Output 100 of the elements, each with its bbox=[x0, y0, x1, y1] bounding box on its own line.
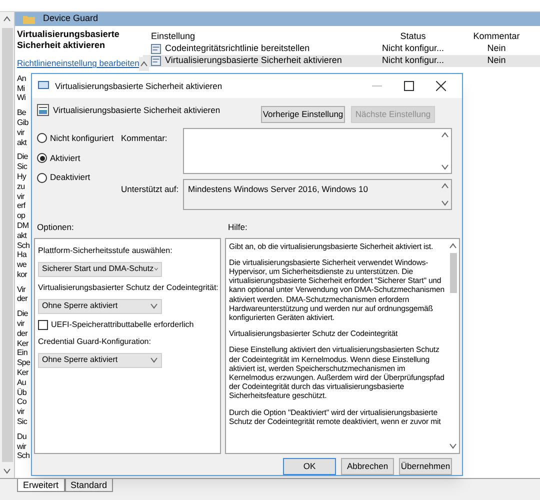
comment-label: Kommentar: bbox=[121, 132, 168, 145]
column-header[interactable]: Einstellung bbox=[143, 30, 373, 44]
description-text: Ker bbox=[17, 338, 28, 348]
dropdown[interactable]: Ohne Sperre aktiviert bbox=[38, 298, 162, 314]
description-text: Sic bbox=[17, 417, 27, 427]
policy-icon bbox=[151, 44, 161, 54]
description-text: erf bbox=[17, 201, 26, 212]
description-text: vir bbox=[17, 407, 24, 418]
description-text: der bbox=[17, 328, 28, 339]
supported-label: Unterstützt auf: bbox=[121, 182, 180, 196]
status-cell-text: Nicht konfigur... bbox=[380, 42, 446, 56]
dropdown[interactable]: Ohne Sperre aktiviert bbox=[38, 352, 162, 368]
policy-icon bbox=[151, 56, 161, 66]
window-icon bbox=[38, 80, 50, 92]
description-text: akt bbox=[17, 138, 26, 148]
scrollbar-thumb[interactable] bbox=[2, 28, 12, 462]
option-label: Credential Guard-Konfiguration: bbox=[38, 336, 151, 348]
policy-heading: Virtualisierungsbasierte Sicherheit aktivieren bbox=[53, 104, 222, 117]
scroll-down-icon[interactable] bbox=[441, 200, 449, 206]
scroll-down-icon[interactable] bbox=[441, 164, 449, 170]
description-text: An bbox=[17, 74, 26, 84]
description-text: Du bbox=[17, 432, 26, 442]
description-text: wir bbox=[17, 442, 26, 452]
description-text: DM bbox=[17, 220, 29, 231]
radio-button[interactable] bbox=[37, 172, 47, 183]
scroll-up-icon[interactable] bbox=[3, 16, 11, 22]
description-text: Spe bbox=[17, 358, 30, 368]
scroll-down-icon[interactable] bbox=[449, 443, 457, 449]
description-text: Wi bbox=[17, 93, 26, 104]
setting-name: Virtualisierungsbasierte Sicherheit aktivieren bbox=[165, 54, 342, 68]
description-text: Die bbox=[17, 152, 28, 162]
description-text: Sic bbox=[17, 162, 27, 172]
description-text: vir bbox=[17, 128, 24, 138]
description-text: vir bbox=[17, 319, 24, 329]
description-text: vir bbox=[17, 192, 24, 202]
view-tab[interactable]: Erweitert bbox=[17, 479, 65, 492]
column-header[interactable]: Status bbox=[373, 30, 453, 44]
description-text: Gib bbox=[17, 118, 28, 128]
scroll-down-icon[interactable] bbox=[3, 468, 11, 474]
description-text: Sch bbox=[17, 240, 30, 250]
help-label: Hilfe: bbox=[228, 220, 248, 234]
dropdown-caret-icon[interactable] bbox=[150, 303, 158, 310]
scroll-up-icon[interactable] bbox=[441, 182, 449, 189]
comment-field[interactable] bbox=[183, 128, 452, 174]
table-row[interactable]: Codeintegritätsrichtlinie bereitstellen Nicht konfigur... Nein bbox=[143, 43, 540, 55]
edit-policy-link[interactable]: Richtlinieneinstellung bearbeiten bbox=[17, 57, 140, 70]
setting-name: Codeintegritätsrichtlinie bereitstellen bbox=[165, 42, 310, 56]
collapse-icon[interactable] bbox=[140, 61, 148, 67]
options-label: Optionen: bbox=[37, 220, 75, 234]
collapse-button[interactable] bbox=[139, 57, 149, 71]
dialog-button[interactable]: OK bbox=[283, 458, 336, 475]
dropdown-caret-icon[interactable] bbox=[154, 266, 158, 272]
description-text: Ker bbox=[17, 368, 28, 378]
status-cell-text: Nicht konfigur... bbox=[380, 54, 446, 68]
checkbox-label: UEFI-Speicherattributtabelle erforderlich bbox=[51, 318, 194, 331]
scrollbar[interactable] bbox=[0, 12, 15, 478]
dropdown-caret-icon[interactable] bbox=[150, 357, 158, 364]
description-text: Die bbox=[17, 309, 28, 320]
scroll-up-icon[interactable] bbox=[449, 242, 457, 249]
radio-label: Deaktiviert bbox=[50, 171, 90, 184]
description-text: Mi bbox=[17, 84, 25, 94]
folder-icon bbox=[23, 14, 35, 24]
dialog-button[interactable]: Übernehmen bbox=[399, 458, 452, 475]
radio-label: Aktiviert bbox=[50, 152, 80, 164]
dropdown[interactable]: Sicherer Start und DMA-Schutz bbox=[38, 262, 162, 277]
nav-button[interactable]: Vorherige Einstellung bbox=[261, 106, 345, 123]
description-text: akt bbox=[17, 230, 26, 240]
comment-cell-text: Nein bbox=[486, 42, 507, 56]
description-text: we bbox=[17, 260, 26, 270]
description-text: Üb bbox=[17, 388, 26, 398]
policy-icon bbox=[37, 104, 49, 116]
dialog-button[interactable]: Abbrechen bbox=[341, 458, 394, 475]
description-text: kor bbox=[17, 270, 27, 280]
option-label: Virtualisierungsbasierter Schutz der Codeintegrität: bbox=[38, 282, 218, 294]
description-text: Ha bbox=[17, 250, 26, 260]
scroll-up-icon[interactable] bbox=[441, 132, 449, 138]
radio-button[interactable] bbox=[37, 153, 47, 163]
description-text: zu bbox=[17, 182, 25, 192]
description-text: der bbox=[17, 294, 28, 304]
panel-title: Device Guard bbox=[43, 12, 98, 26]
maximize-icon[interactable] bbox=[404, 80, 414, 91]
comment-cell-text: Nein bbox=[486, 54, 507, 68]
description-text: op bbox=[17, 211, 26, 221]
description-text: Vir bbox=[17, 284, 26, 294]
policy-title: Virtualisierungsbasierte Sicherheit aktivieren bbox=[17, 29, 120, 51]
radio-button[interactable] bbox=[37, 133, 47, 144]
description-text: Ein bbox=[17, 348, 28, 358]
description-text: Co bbox=[17, 397, 26, 408]
radio-label: Nicht konfiguriert bbox=[50, 132, 114, 145]
window-title: Virtualisierungsbasierte Sicherheit aktivieren bbox=[55, 80, 224, 92]
checkbox[interactable] bbox=[38, 320, 48, 330]
table-row[interactable]: Virtualisierungsbasierte Sicherheit aktivieren Nicht konfigur... Nein bbox=[143, 55, 540, 67]
scrollbar-thumb[interactable] bbox=[450, 252, 456, 293]
description-text: Sch bbox=[17, 451, 30, 462]
supported-text: Mindestens Windows Server 2016, Windows 10 bbox=[188, 182, 368, 196]
close-icon[interactable] bbox=[436, 80, 446, 91]
description-text: Au bbox=[17, 378, 26, 388]
description-text: Hy bbox=[17, 172, 26, 182]
column-header[interactable]: Kommentar bbox=[453, 30, 540, 44]
view-tab[interactable]: Standard bbox=[64, 479, 114, 492]
